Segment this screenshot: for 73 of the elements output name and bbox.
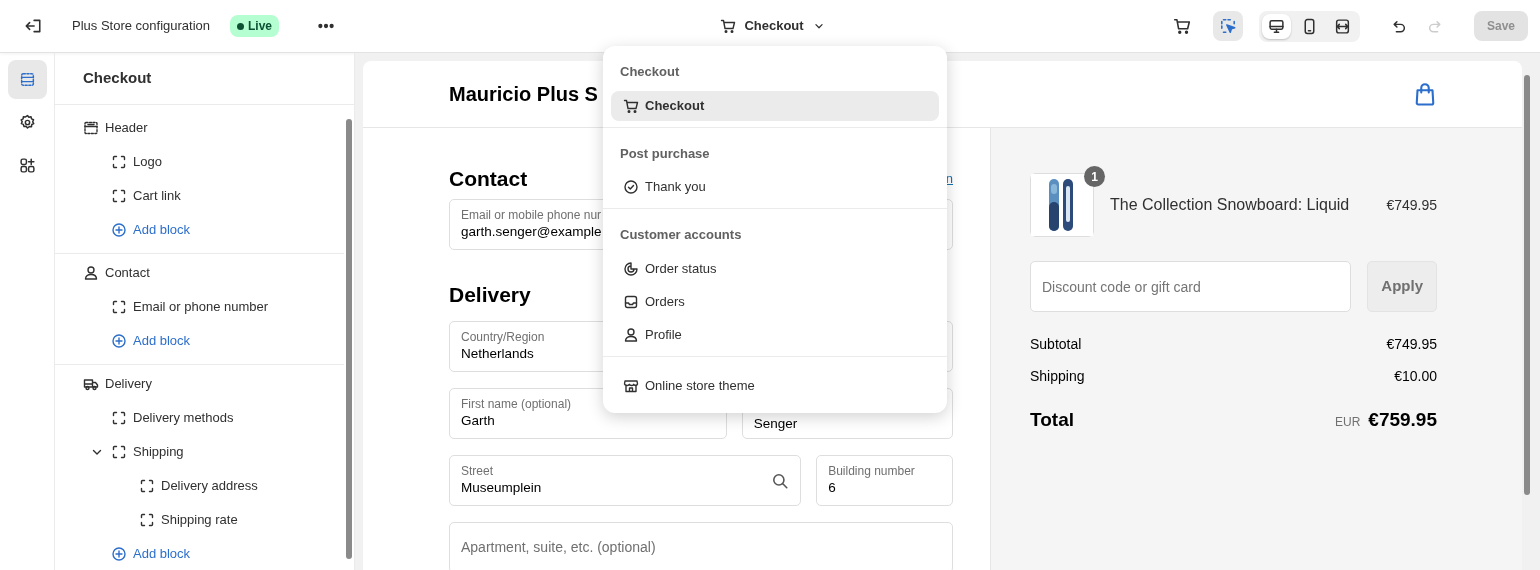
status-badge: Live <box>230 15 280 37</box>
panel-title: Checkout <box>55 53 354 105</box>
desktop-view-button[interactable] <box>1262 13 1291 39</box>
menu-item[interactable]: Order status <box>611 253 939 284</box>
header-layout-icon <box>83 119 99 136</box>
apps-icon <box>18 157 36 174</box>
shopping-bag-icon <box>1413 82 1437 106</box>
add-block-link[interactable]: Add block <box>55 323 344 358</box>
input-field[interactable]: Building number 6 <box>816 455 953 507</box>
summary-label: Subtotal <box>1030 334 1082 354</box>
block-frame-icon <box>111 409 127 426</box>
product-price: €749.95 <box>1386 195 1437 215</box>
plus-circle-icon <box>111 221 127 238</box>
settings-icon <box>18 114 36 131</box>
section-heading: Delivery <box>449 282 531 308</box>
summary-label: Shipping <box>1030 366 1085 386</box>
add-block-link[interactable]: Add block <box>55 536 344 570</box>
select-tool-button[interactable] <box>1213 11 1243 41</box>
progress-icon <box>623 260 639 277</box>
summary-value: €10.00 <box>1394 366 1437 386</box>
section-heading: Contact <box>449 166 528 192</box>
input-field[interactable]: Street Museumplein <box>449 455 802 507</box>
page-switcher[interactable]: Checkout <box>714 15 832 37</box>
menu-group-heading: Checkout <box>619 63 681 81</box>
store-name: Mauricio Plus S <box>449 82 598 107</box>
tree-item[interactable]: Shipping rate <box>55 502 344 537</box>
quantity-badge: 1 <box>1084 166 1105 187</box>
sections-icon <box>18 71 36 88</box>
tree-item[interactable]: Cart link <box>55 178 344 213</box>
person-icon <box>83 264 99 281</box>
sign-in-link[interactable]: n <box>945 168 953 189</box>
menu-group-heading: Post purchase <box>619 144 711 163</box>
check-circle-icon <box>623 179 639 195</box>
exit-icon <box>24 17 42 35</box>
plus-circle-icon <box>111 545 127 562</box>
menu-group-heading: Customer accounts <box>619 226 743 244</box>
cart-icon <box>623 97 639 114</box>
currency-code: EUR <box>1334 414 1361 431</box>
tree-item[interactable]: Delivery methods <box>55 400 344 435</box>
sections-tab[interactable] <box>7 60 47 99</box>
tree-item[interactable]: Logo <box>55 144 344 179</box>
total-amount: €759.95 <box>1368 408 1437 432</box>
total-label: Total <box>1030 408 1074 432</box>
plus-circle-icon <box>111 332 127 349</box>
tree-item[interactable]: Email or phone number <box>55 289 344 324</box>
menu-item[interactable]: Thank you <box>611 172 939 202</box>
cart-icon <box>720 18 737 34</box>
store-title: Plus Store configuration <box>72 17 211 36</box>
block-frame-icon <box>139 477 155 494</box>
input-field[interactable]: Apartment, suite, etc. (optional) <box>449 522 953 570</box>
cart-icon <box>1173 17 1191 35</box>
tree-item[interactable]: Delivery <box>55 366 344 401</box>
tree-item[interactable]: Header <box>55 110 344 145</box>
tree-item[interactable]: Contact <box>55 255 344 290</box>
menu-item[interactable]: Orders <box>611 286 939 317</box>
menu-item[interactable]: Checkout <box>611 90 939 121</box>
block-frame-icon <box>111 298 127 315</box>
desktop-icon <box>1268 17 1285 35</box>
full-width-icon <box>1334 17 1351 35</box>
cursor-icon <box>1219 17 1237 35</box>
person-icon <box>623 326 639 343</box>
tree-item[interactable]: Shipping <box>55 434 344 469</box>
add-block-link[interactable]: Add block <box>55 212 344 247</box>
product-name: The Collection Snowboard: Liquid <box>1110 195 1351 215</box>
store-icon <box>623 377 639 394</box>
block-frame-icon <box>111 153 127 170</box>
tree-item[interactable]: Delivery address <box>55 468 344 503</box>
block-frame-icon <box>111 443 127 460</box>
summary-value: €749.95 <box>1386 334 1437 354</box>
inbox-icon <box>623 293 639 310</box>
block-frame-icon <box>139 511 155 528</box>
menu-item[interactable]: Profile <box>611 319 939 350</box>
block-frame-icon <box>111 187 127 204</box>
